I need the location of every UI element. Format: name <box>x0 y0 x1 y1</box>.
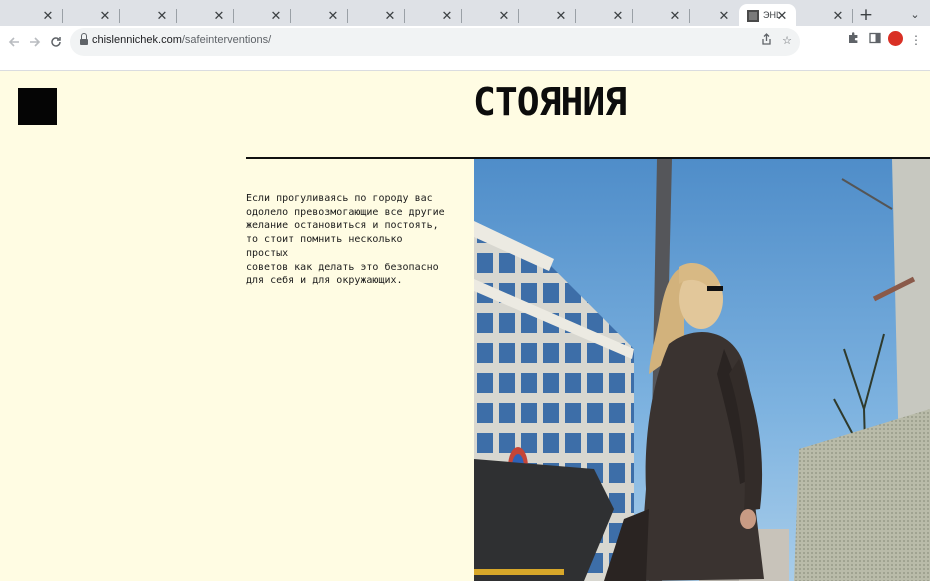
url-host: chislennichek.com <box>92 34 182 46</box>
arrow-right-icon <box>30 37 41 47</box>
close-icon[interactable]: ✕ <box>774 9 790 25</box>
close-icon[interactable]: ✕ <box>439 9 455 25</box>
close-icon[interactable]: ✕ <box>496 9 512 25</box>
close-icon[interactable]: ✕ <box>830 9 846 25</box>
reload-button[interactable] <box>45 31 67 53</box>
close-icon[interactable]: ✕ <box>268 9 284 25</box>
share-icon[interactable] <box>758 33 774 49</box>
kebab-menu-icon[interactable]: ⋮ <box>906 30 926 50</box>
profile-avatar[interactable] <box>888 31 903 46</box>
intro-text: Если прогуливаясь по городу вас одолело … <box>246 193 445 287</box>
puzzle-icon[interactable] <box>844 30 864 50</box>
lock-icon[interactable] <box>80 33 88 45</box>
hero-photo <box>474 159 930 581</box>
reload-icon <box>51 37 61 47</box>
close-icon[interactable]: ✕ <box>97 9 113 25</box>
url-text[interactable]: chislennichek.com/safeinterventions/ <box>92 34 271 46</box>
logo[interactable] <box>18 88 57 125</box>
tab-search-button[interactable]: ⌄ <box>908 8 922 22</box>
close-icon[interactable]: ✕ <box>154 9 170 25</box>
page-content: СТОЯНИЯ Если прогуливаясь по городу вас … <box>0 71 930 581</box>
close-icon[interactable]: ✕ <box>211 9 227 25</box>
close-icon[interactable]: ✕ <box>610 9 626 25</box>
url-path: /safeinterventions/ <box>181 34 272 46</box>
back-button[interactable] <box>3 31 25 53</box>
side-panel-icon[interactable] <box>865 30 885 50</box>
tab-separator <box>852 9 853 23</box>
address-bar[interactable]: chislennichek.com/safeinterventions/ ☆ <box>70 28 800 56</box>
close-icon[interactable]: ✕ <box>40 9 56 25</box>
close-icon[interactable]: ✕ <box>716 9 732 25</box>
close-icon[interactable]: ✕ <box>553 9 569 25</box>
close-icon[interactable]: ✕ <box>325 9 341 25</box>
close-icon[interactable]: ✕ <box>667 9 683 25</box>
browser-toolbar: chislennichek.com/safeinterventions/ ☆ ⋮ <box>0 26 930 71</box>
close-icon[interactable]: ✕ <box>382 9 398 25</box>
star-icon[interactable]: ☆ <box>779 33 795 49</box>
arrow-left-icon <box>8 37 19 47</box>
favicon <box>747 10 759 22</box>
forward-button[interactable] <box>24 31 46 53</box>
new-tab-button[interactable]: + <box>858 7 874 24</box>
page-title: СТОЯНИЯ <box>473 80 627 124</box>
